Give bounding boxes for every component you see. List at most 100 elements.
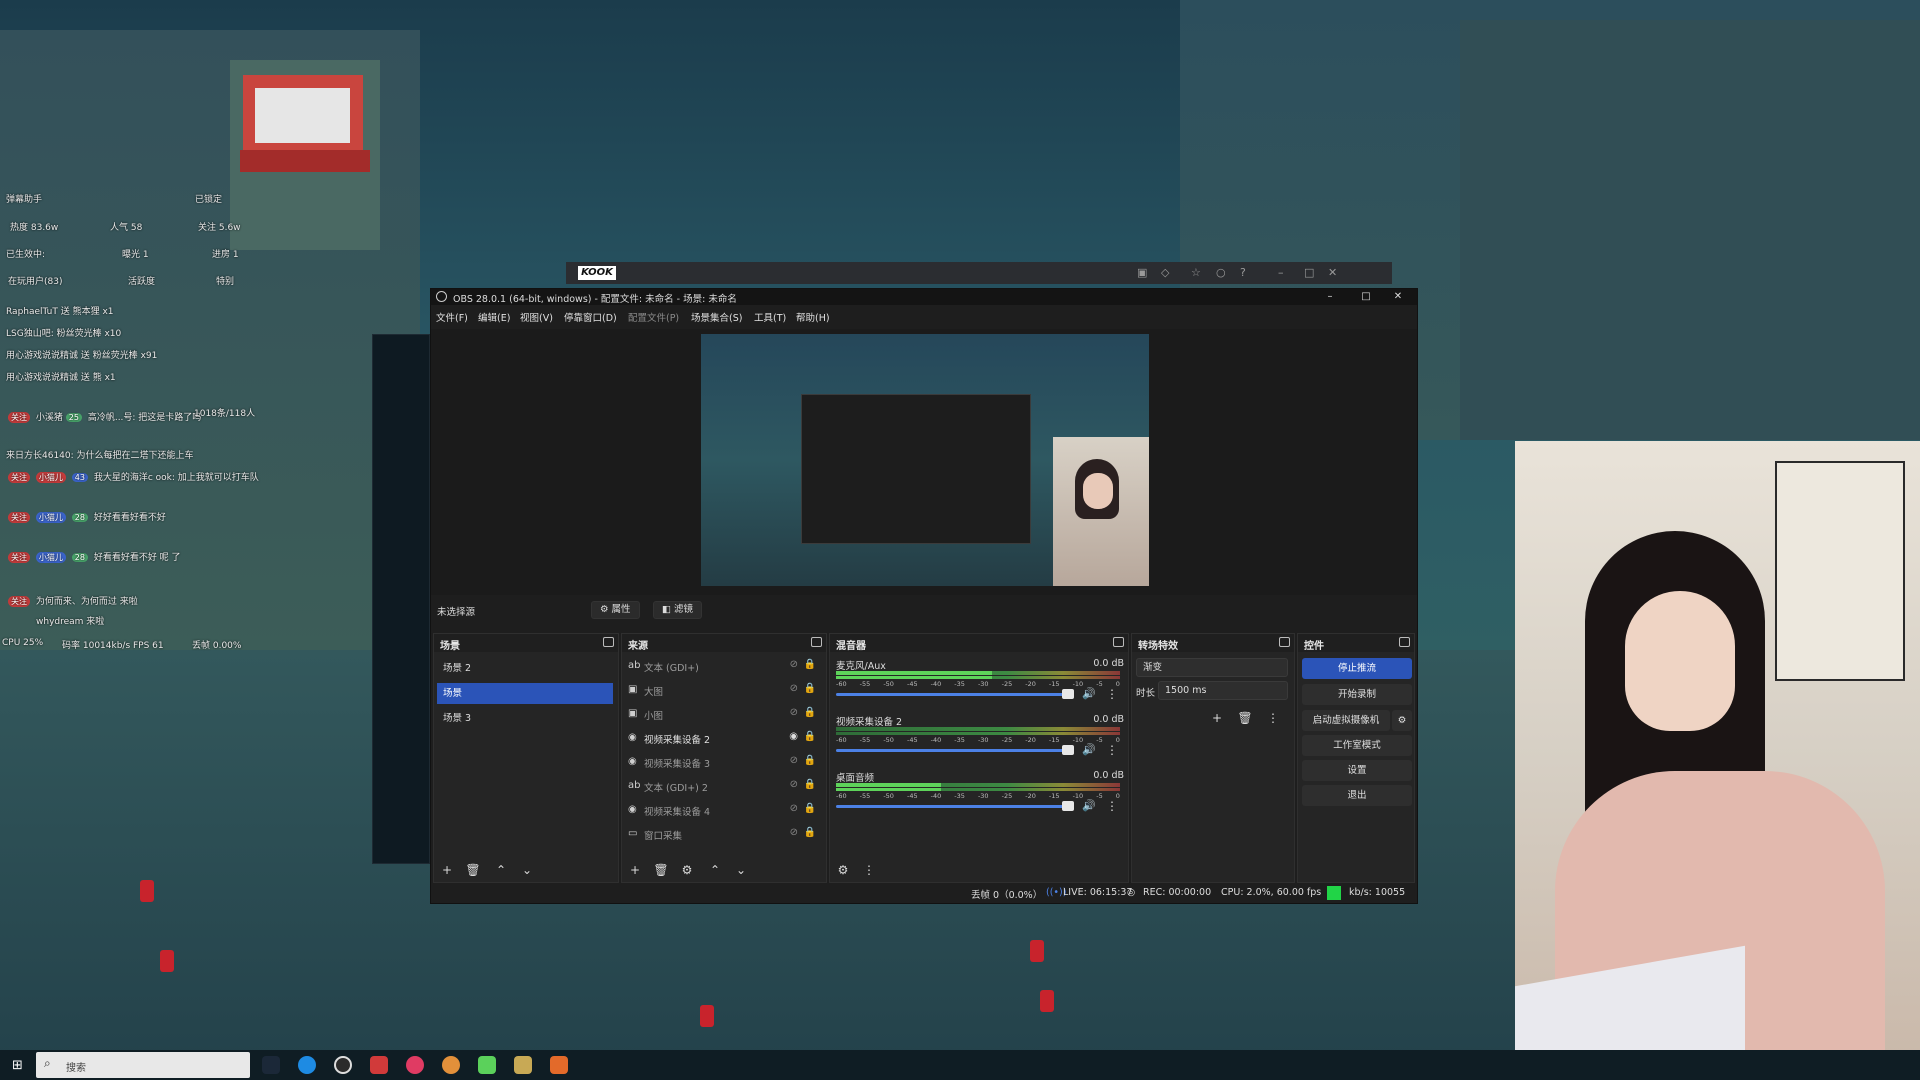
move-up-button[interactable]: ⌃ [492,862,510,878]
taskbar-search[interactable]: ⌕ 搜索 [36,1052,250,1078]
start-recording-button[interactable]: 开始录制 [1302,684,1412,705]
menu-help[interactable]: 帮助(H) [796,310,830,324]
undock-icon[interactable] [603,637,614,647]
volume-slider[interactable] [836,749,1074,752]
star-icon[interactable]: ☆ [1191,266,1201,279]
advanced-audio-icon[interactable]: ⚙ [834,862,852,878]
move-down-button[interactable]: ⌄ [518,862,536,878]
visibility-hidden-icon[interactable]: ⊘ [790,827,798,838]
undock-icon[interactable] [811,637,822,647]
speaker-icon[interactable]: 🔊 [1082,743,1096,756]
lock-icon[interactable]: 🔒 [804,755,816,766]
shield-icon[interactable]: ◇ [1161,266,1169,279]
visibility-hidden-icon[interactable]: ⊘ [790,707,798,718]
steam-icon[interactable] [262,1056,280,1074]
volume-slider-handle[interactable] [1062,801,1074,811]
menu-view[interactable]: 视图(V) [520,310,553,324]
app-icon[interactable] [550,1056,568,1074]
speaker-icon[interactable]: 🔊 [1082,687,1096,700]
source-item[interactable]: ab 文本 (GDI+) ⊘ 🔒 [622,654,826,678]
move-down-button[interactable]: ⌄ [732,862,750,878]
chrome-icon[interactable] [442,1056,460,1074]
menu-tools[interactable]: 工具(T) [754,310,786,324]
more-icon[interactable]: ⋮ [860,862,878,878]
lock-icon[interactable]: 🔒 [804,779,816,790]
stream-preview[interactable] [701,334,1149,586]
minimize-icon[interactable]: – [1278,266,1284,279]
source-item[interactable]: ◉ 视频采集设备 4 ⊘ 🔒 [622,798,826,822]
visibility-hidden-icon[interactable]: ⊘ [790,683,798,694]
volume-slider-handle[interactable] [1062,745,1074,755]
volume-slider-handle[interactable] [1062,689,1074,699]
lock-icon[interactable]: 🔒 [804,731,816,742]
source-item[interactable]: ◉ 视频采集设备 2 ◉ 🔒 [622,726,826,750]
search-icon[interactable]: ○ [1216,266,1226,279]
menu-file[interactable]: 文件(F) [436,310,468,324]
studio-mode-button[interactable]: 工作室模式 [1302,735,1412,756]
more-icon[interactable]: ⋮ [1106,743,1118,757]
scene-item[interactable]: 场景 3 [437,708,613,729]
undock-icon[interactable] [1279,637,1290,647]
volume-slider[interactable] [836,805,1074,808]
netease-music-icon[interactable] [406,1056,424,1074]
source-item[interactable]: ▭ 窗口采集 ⊘ 🔒 [622,822,826,846]
visibility-hidden-icon[interactable]: ⊘ [790,659,798,670]
scene-item-selected[interactable]: 场景 [437,683,613,704]
source-item[interactable]: ▣ 大图 ⊘ 🔒 [622,678,826,702]
add-transition-button[interactable]: + [1208,710,1226,726]
gift-icon[interactable]: ▣ [1137,266,1147,279]
menu-edit[interactable]: 编辑(E) [478,310,510,324]
volume-slider[interactable] [836,693,1074,696]
remove-source-button[interactable]: 🗑 [652,862,670,878]
add-scene-button[interactable]: + [438,862,456,878]
transition-select[interactable]: 渐变 [1136,658,1288,677]
help-icon[interactable]: ? [1240,266,1246,279]
minimize-button[interactable]: – [1315,289,1345,305]
filters-button[interactable]: ◧ 滤镜 [653,601,703,619]
settings-button[interactable]: 设置 [1302,760,1412,781]
close-button[interactable]: ✕ [1383,289,1413,305]
preview-area[interactable] [431,329,1417,595]
obs-icon[interactable] [334,1056,352,1074]
menu-docks[interactable]: 停靠窗口(D) [564,310,617,324]
more-icon[interactable]: ⋮ [1106,799,1118,813]
virtual-camera-settings-icon[interactable]: ⚙ [1392,710,1412,731]
duration-input[interactable]: 1500 ms [1158,681,1288,700]
maximize-icon[interactable]: □ [1304,266,1314,279]
visibility-hidden-icon[interactable]: ⊘ [790,779,798,790]
speaker-icon[interactable]: 🔊 [1082,799,1096,812]
obs-titlebar[interactable]: OBS 28.0.1 (64-bit, windows) - 配置文件: 未命名… [431,289,1417,305]
visibility-eye-icon[interactable]: ◉ [789,731,798,742]
menu-profile[interactable]: 配置文件(P) [628,310,679,324]
league-of-legends-icon[interactable] [514,1056,532,1074]
visibility-hidden-icon[interactable]: ⊘ [790,803,798,814]
menu-scene-collection[interactable]: 场景集合(S) [691,310,742,324]
start-virtual-camera-button[interactable]: 启动虚拟摄像机 [1302,710,1390,731]
maximize-button[interactable]: □ [1351,289,1381,305]
exit-button[interactable]: 退出 [1302,785,1412,806]
lock-icon[interactable]: 🔒 [804,803,816,814]
add-source-button[interactable]: + [626,862,644,878]
stop-streaming-button[interactable]: 停止推流 [1302,658,1412,679]
app-icon[interactable] [370,1056,388,1074]
undock-icon[interactable] [1113,637,1124,647]
more-icon[interactable]: ⋮ [1106,687,1118,701]
lock-icon[interactable]: 🔒 [804,827,816,838]
more-icon[interactable]: ⋮ [1264,710,1282,726]
lock-icon[interactable]: 🔒 [804,659,816,670]
scene-item[interactable]: 场景 2 [437,658,613,679]
properties-button[interactable]: ⚙ 属性 [591,601,640,619]
remove-transition-button[interactable]: 🗑 [1236,710,1254,726]
game-client-edge[interactable] [372,334,430,864]
source-item[interactable]: ▣ 小图 ⊘ 🔒 [622,702,826,726]
close-icon[interactable]: ✕ [1328,266,1337,279]
remove-scene-button[interactable]: 🗑 [464,862,482,878]
wechat-icon[interactable] [478,1056,496,1074]
lock-icon[interactable]: 🔒 [804,707,816,718]
visibility-hidden-icon[interactable]: ⊘ [790,755,798,766]
move-up-button[interactable]: ⌃ [706,862,724,878]
source-item[interactable]: ab 文本 (GDI+) 2 ⊘ 🔒 [622,774,826,798]
edge-icon[interactable] [298,1056,316,1074]
undock-icon[interactable] [1399,637,1410,647]
kook-window-bar[interactable]: KOOK ▣ ◇ ☆ ○ ? – □ ✕ [566,262,1392,284]
